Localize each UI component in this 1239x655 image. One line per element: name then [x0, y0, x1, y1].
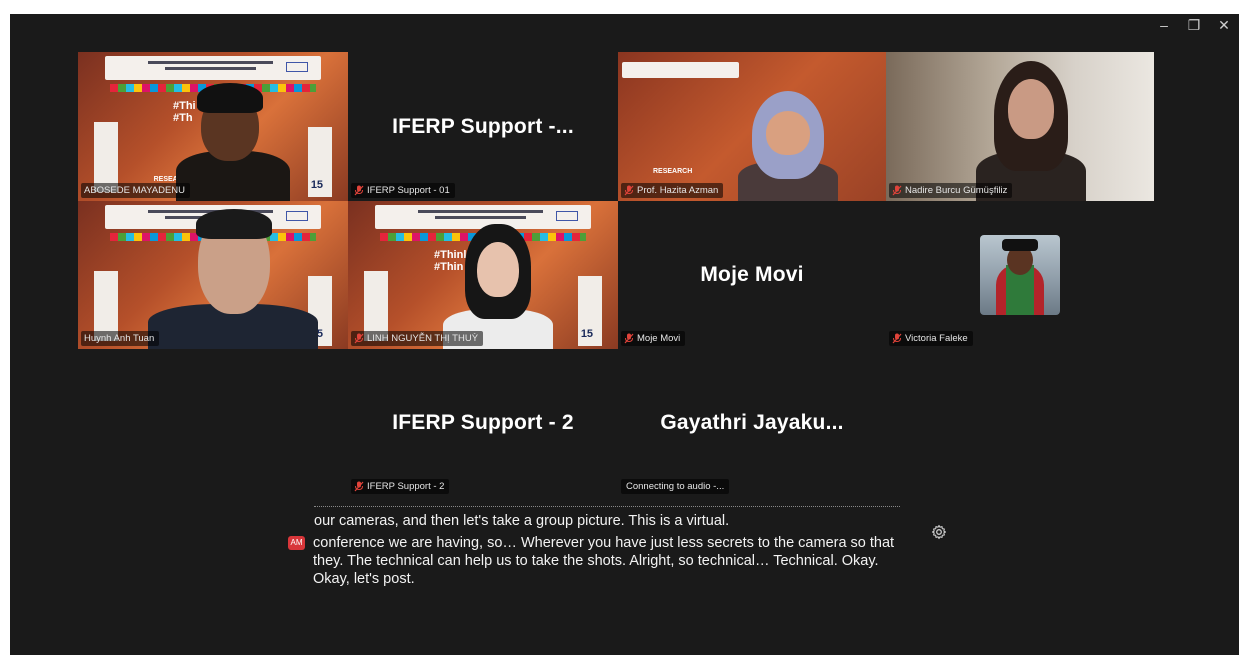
- gear-icon[interactable]: [931, 524, 947, 540]
- mic-muted-icon: [354, 481, 364, 492]
- participant-display-name: IFERP Support -...: [392, 114, 574, 138]
- name-tile-iferp-2[interactable]: IFERP Support - 2 IFERP Support - 2: [348, 349, 618, 497]
- participant-display-name: IFERP Support - 2: [392, 411, 574, 434]
- name-tile-gayathri[interactable]: Gayathri Jayaku... Connecting to audio -…: [618, 349, 886, 497]
- video-tile-hazita[interactable]: RESEARCH Prof. Hazita Azman: [618, 52, 886, 201]
- meeting-window: – ❐ ✕ 15 #Thi #Th RESEARCH ABOSEDE MAYADE…: [10, 14, 1239, 655]
- window-controls: – ❐ ✕: [1149, 14, 1239, 36]
- name-tag: Victoria Faleke: [889, 331, 973, 346]
- avatar: [980, 235, 1060, 315]
- name-tag: LINH NGUYỄN THỊ THUỲ: [351, 331, 484, 346]
- mic-muted-icon: [892, 185, 902, 196]
- mic-muted-icon: [624, 185, 634, 196]
- participant-video: [738, 91, 838, 201]
- mic-muted-icon: [624, 333, 634, 344]
- name-tag: Nadire Burcu Gümüşfiliz: [889, 183, 1013, 198]
- restore-button[interactable]: ❐: [1179, 14, 1209, 36]
- name-tag: Prof. Hazita Azman: [621, 183, 724, 198]
- name-tag: ABOSEDE MAYADENU: [81, 183, 191, 198]
- minimize-button[interactable]: –: [1149, 14, 1179, 36]
- mic-muted-icon: [354, 185, 364, 196]
- speaker-badge: AM: [288, 536, 305, 550]
- name-tag: Huynh Anh Tuan: [81, 331, 160, 346]
- video-tile-abosede[interactable]: 15 #Thi #Th RESEARCH ABOSEDE MAYADENU: [78, 52, 348, 201]
- participant-video: [976, 61, 1086, 201]
- name-tag: IFERP Support - 2: [351, 479, 450, 494]
- caption-text: conference we are having, so… Wherever y…: [313, 535, 895, 587]
- name-tag: Moje Movi: [621, 331, 686, 346]
- caption-line: our cameras, and then let's take a group…: [280, 506, 940, 530]
- participant-video: [148, 209, 318, 349]
- name-tag: IFERP Support - 01: [351, 183, 455, 198]
- mic-muted-icon: [354, 333, 364, 344]
- name-tile-moje-movi[interactable]: Moje Movi Moje Movi: [618, 201, 886, 349]
- participant-display-name: Moje Movi: [700, 263, 804, 286]
- close-button[interactable]: ✕: [1209, 14, 1239, 36]
- video-tile-huynh[interactable]: 15 Huynh Anh Tuan: [78, 201, 348, 349]
- name-tag: Connecting to audio -...: [621, 479, 730, 494]
- video-tile-linh[interactable]: 15 #Thinl #Thin LINH NGUYỄN THỊ THUỲ: [348, 201, 618, 349]
- mic-muted-icon: [892, 333, 902, 344]
- video-tile-nadire[interactable]: Nadire Burcu Gümüşfiliz: [886, 52, 1154, 201]
- live-captions: our cameras, and then let's take a group…: [280, 506, 940, 588]
- name-tile-iferp-01[interactable]: IFERP Support -... IFERP Support - 01: [348, 52, 618, 201]
- participant-display-name: Gayathri Jayaku...: [660, 411, 844, 434]
